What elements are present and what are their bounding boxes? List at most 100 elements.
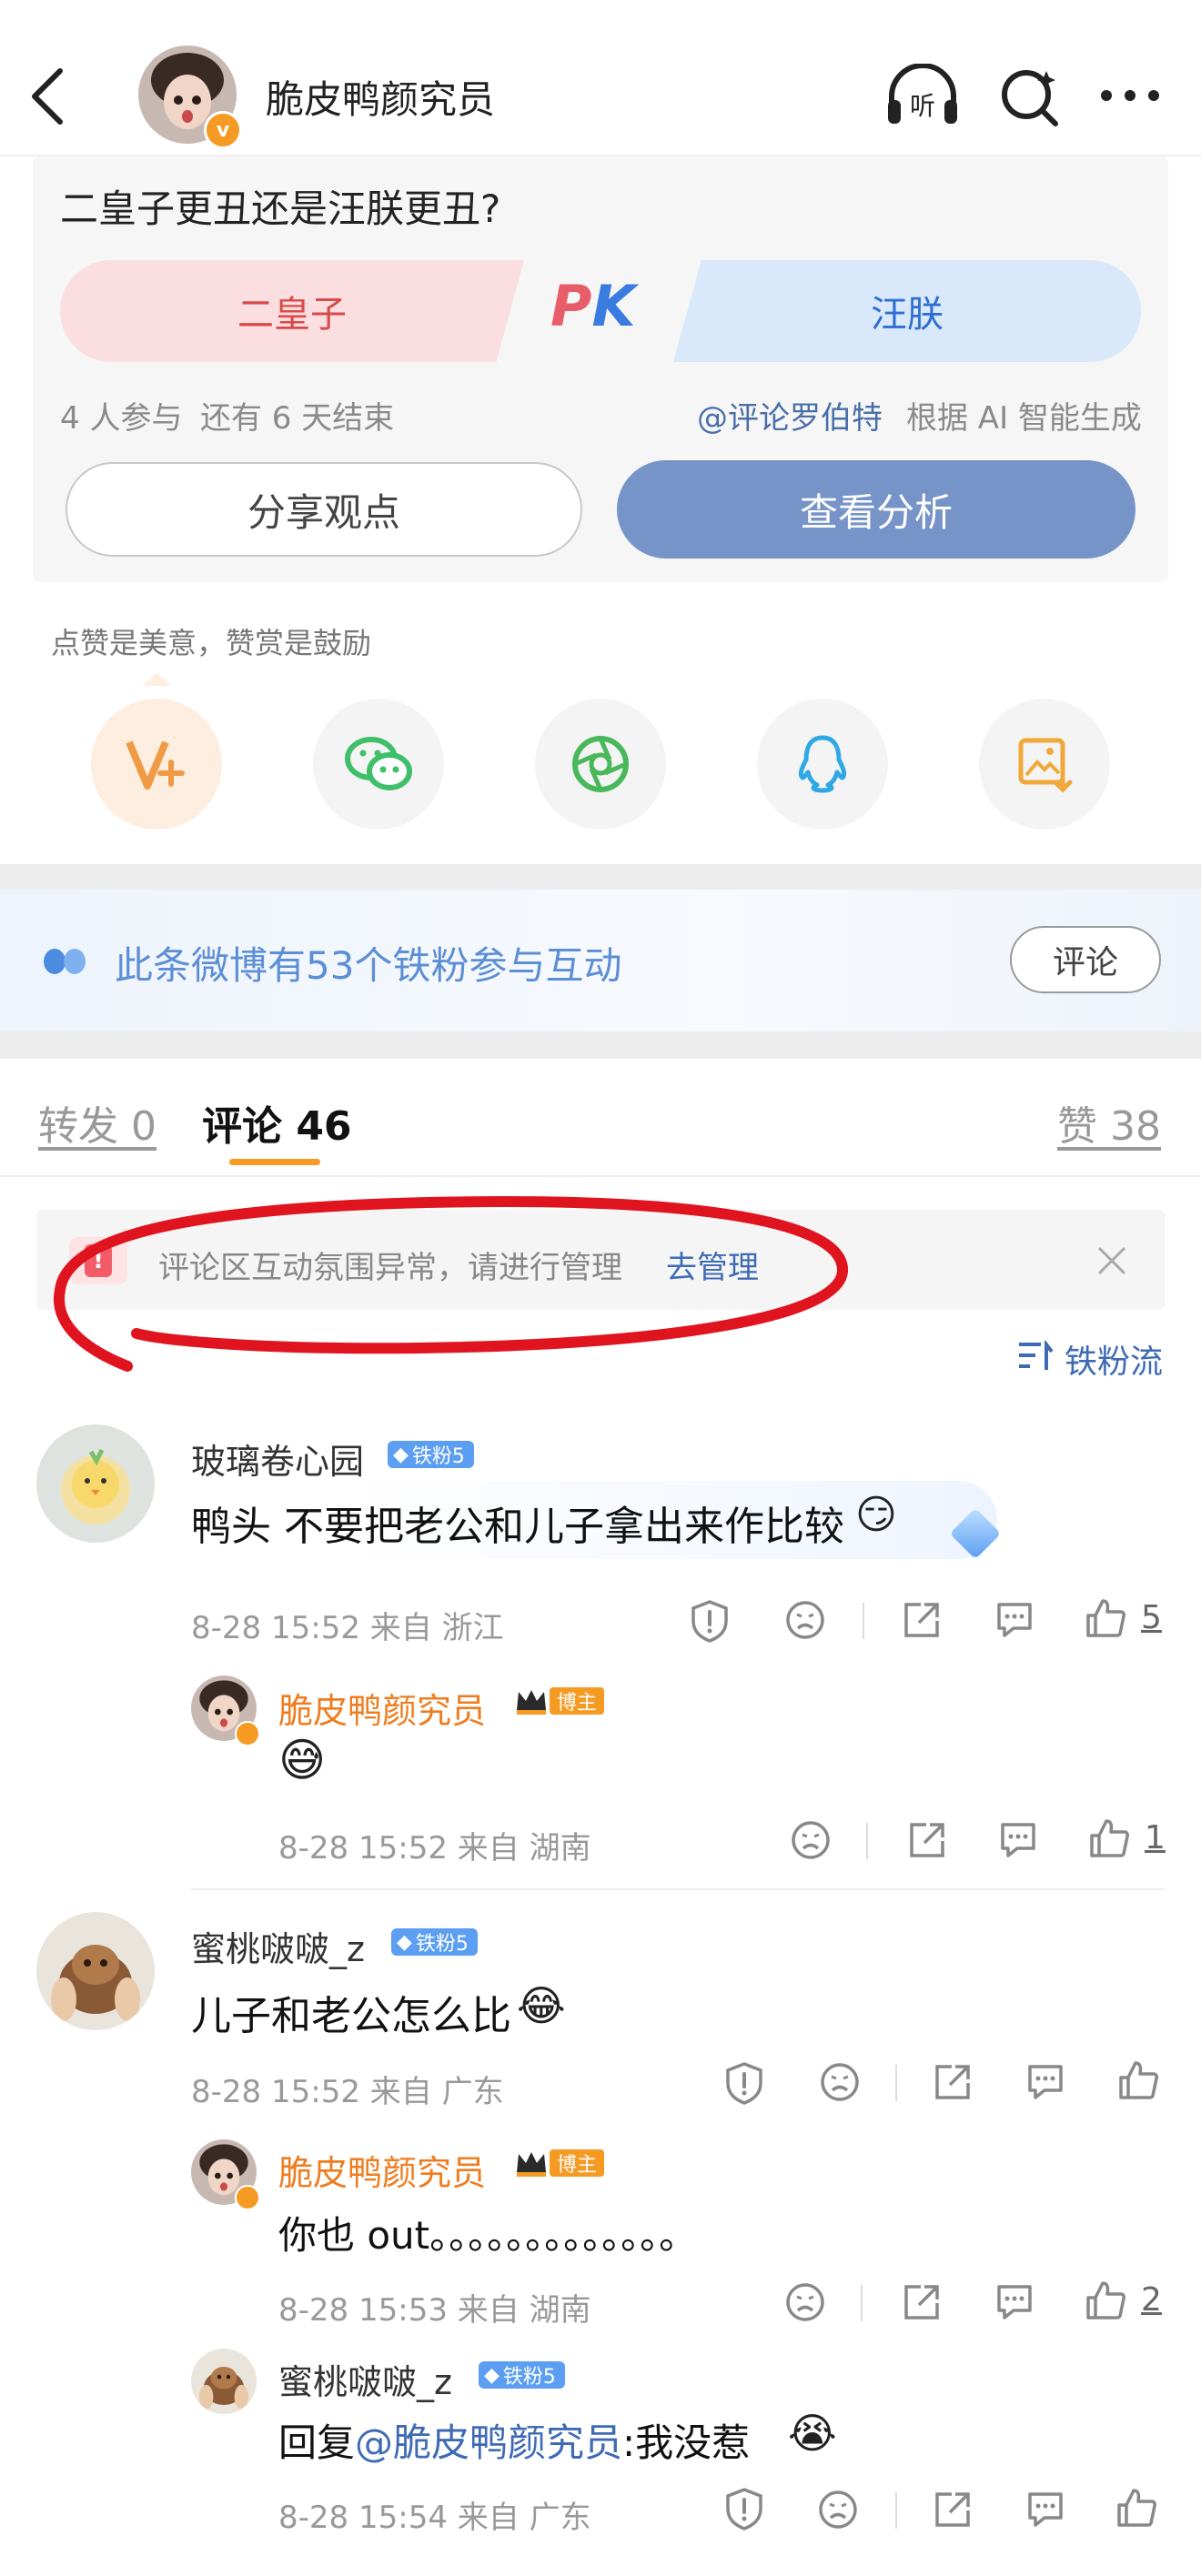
diamond-icon: ◆ — [397, 1930, 412, 1954]
report-button[interactable] — [724, 2061, 764, 2105]
reply-button[interactable] — [994, 1599, 1035, 1641]
tab-active-indicator — [229, 1159, 320, 1165]
headphones-listen-icon: 听 — [888, 64, 957, 124]
frown-face-icon — [821, 2063, 859, 2101]
frown-face-icon — [792, 1821, 830, 1859]
reply-username[interactable]: 脆皮鸭颜究员 — [278, 2145, 486, 2195]
pk-source-note: 根据 AI 智能生成 — [906, 400, 1142, 437]
thumbs-up-icon — [1119, 2061, 1158, 2099]
like-button[interactable] — [1115, 2487, 1157, 2529]
share-button[interactable] — [901, 1599, 943, 1641]
search-button[interactable] — [997, 64, 1063, 129]
comment-meta: 8-28 15:52 来自 广东 — [191, 2074, 504, 2110]
share-button[interactable] — [932, 2489, 974, 2531]
like-button[interactable] — [1085, 2279, 1126, 2321]
crown-icon — [517, 2152, 546, 2177]
comment-meta: 8-28 15:52 来自 浙江 — [191, 1610, 504, 1646]
share-button[interactable] — [932, 2061, 974, 2103]
comment-username[interactable]: 蜜桃啵啵_z — [191, 1921, 365, 1971]
appreciation-hint: 点赞是美意，赞赏是鼓励 — [51, 626, 372, 660]
tab-comments[interactable]: 评论 46 — [202, 1093, 352, 1152]
comment-bubble-icon — [997, 1603, 1032, 1637]
moments-icon — [572, 736, 629, 792]
bottom-fade — [0, 2538, 1201, 2576]
shield-icon — [726, 2488, 762, 2531]
reply-button[interactable] — [997, 1819, 1039, 1861]
blogger-badge: 博主 — [515, 2148, 605, 2178]
header-username[interactable]: 脆皮鸭颜究员 — [266, 69, 495, 125]
pk-source-mention[interactable]: @评论罗伯特 — [697, 393, 883, 438]
fan-banner-text: 此条微博有53个铁粉参与互动 — [115, 943, 622, 988]
like-count: 1 — [1145, 1819, 1166, 1857]
save-image-button[interactable] — [979, 699, 1110, 830]
reply-meta: 8-28 15:52 来自 湖南 — [278, 1830, 591, 1867]
like-button[interactable] — [1088, 1817, 1130, 1859]
share-icon — [935, 2065, 970, 2099]
back-button[interactable] — [25, 64, 69, 129]
wechat-icon — [345, 737, 412, 790]
like-count: 2 — [1141, 2281, 1162, 2319]
share-opinion-button[interactable]: 分享观点 — [66, 462, 582, 557]
reply-username[interactable]: 蜜桃啵啵_z — [278, 2354, 452, 2404]
share-wechat-button[interactable] — [313, 699, 444, 830]
thumbs-up-icon — [1086, 2281, 1125, 2319]
diamond-icon: ◆ — [393, 1443, 409, 1466]
share-button[interactable] — [906, 1819, 948, 1861]
avatar[interactable] — [191, 2349, 257, 2414]
share-moments-button[interactable] — [535, 699, 666, 830]
like-button[interactable] — [1085, 1597, 1126, 1639]
fan-badge-label: 铁粉5 — [411, 1445, 465, 1468]
search-icon — [1002, 70, 1058, 126]
fan-badge-label: 铁粉5 — [502, 2366, 556, 2389]
avatar[interactable] — [36, 1912, 155, 2030]
listen-button[interactable]: 听 — [884, 64, 961, 127]
reply-button[interactable] — [1024, 2489, 1066, 2531]
like-button[interactable] — [1117, 2059, 1159, 2101]
notice-close-button[interactable] — [1095, 1244, 1128, 1277]
share-icon — [904, 2285, 939, 2319]
fan-banner-comment-button[interactable]: 评论 — [1010, 926, 1161, 993]
reply-button[interactable] — [1024, 2061, 1066, 2103]
pk-question: 二皇子更丑还是汪朕更丑? — [60, 186, 501, 231]
mention-link[interactable]: @脆皮鸭颜究员 — [355, 2420, 622, 2465]
tab-repost[interactable]: 转发 0 — [38, 1093, 156, 1152]
reply-button[interactable] — [994, 2281, 1035, 2323]
report-button[interactable] — [724, 2487, 764, 2531]
fan-badge-label: 铁粉5 — [415, 1933, 469, 1956]
dislike-button[interactable] — [817, 2489, 859, 2531]
dislike-button[interactable] — [790, 1819, 832, 1861]
comment-bubble-icon — [1028, 2065, 1063, 2099]
action-divider — [895, 2065, 897, 2101]
share-button[interactable] — [901, 2281, 943, 2323]
action-divider — [861, 2285, 863, 2321]
view-analysis-button[interactable]: 查看分析 — [617, 460, 1135, 558]
share-qq-button[interactable] — [757, 699, 888, 830]
action-divider — [895, 2492, 897, 2529]
dislike-button[interactable] — [819, 2061, 861, 2103]
chevron-left-icon — [32, 68, 63, 125]
avatar[interactable] — [36, 1424, 155, 1543]
laugh-cry-emoji-icon: 😂 — [517, 1981, 566, 2030]
reward-button[interactable] — [91, 699, 222, 830]
more-button[interactable] — [1097, 82, 1163, 109]
dislike-button[interactable] — [784, 2281, 826, 2323]
share-icon — [904, 1603, 939, 1637]
dislike-button[interactable] — [784, 1599, 826, 1641]
sort-label[interactable]: 铁粉流 — [1065, 1335, 1163, 1383]
reply-username[interactable]: 脆皮鸭颜究员 — [278, 1683, 486, 1733]
reply-meta: 8-28 15:53 来自 湖南 — [278, 2292, 591, 2329]
reply-prefix: 回复 — [278, 2420, 356, 2465]
pk-option-right[interactable]: 汪朕 — [673, 260, 1141, 362]
comment-username[interactable]: 玻璃卷心园 — [191, 1434, 364, 1484]
smile-emoji-icon: 😅 — [278, 1734, 327, 1786]
comment-text: 鸭头 不要把老公和儿子拿出来作比较 — [191, 1504, 844, 1550]
pk-vs-label: PK — [550, 273, 636, 339]
fan-badge: ◆ 铁粉5 — [388, 1441, 474, 1468]
pk-option-left[interactable]: 二皇子 — [60, 260, 524, 362]
thumbs-up-icon — [1117, 2489, 1156, 2527]
blogger-badge-label: 博主 — [550, 2149, 605, 2177]
report-button[interactable] — [690, 1599, 730, 1643]
comment-divider — [191, 1888, 1165, 1890]
smirk-emoji-icon: 😏 — [855, 1492, 897, 1538]
tab-likes[interactable]: 赞 38 — [1057, 1093, 1161, 1152]
